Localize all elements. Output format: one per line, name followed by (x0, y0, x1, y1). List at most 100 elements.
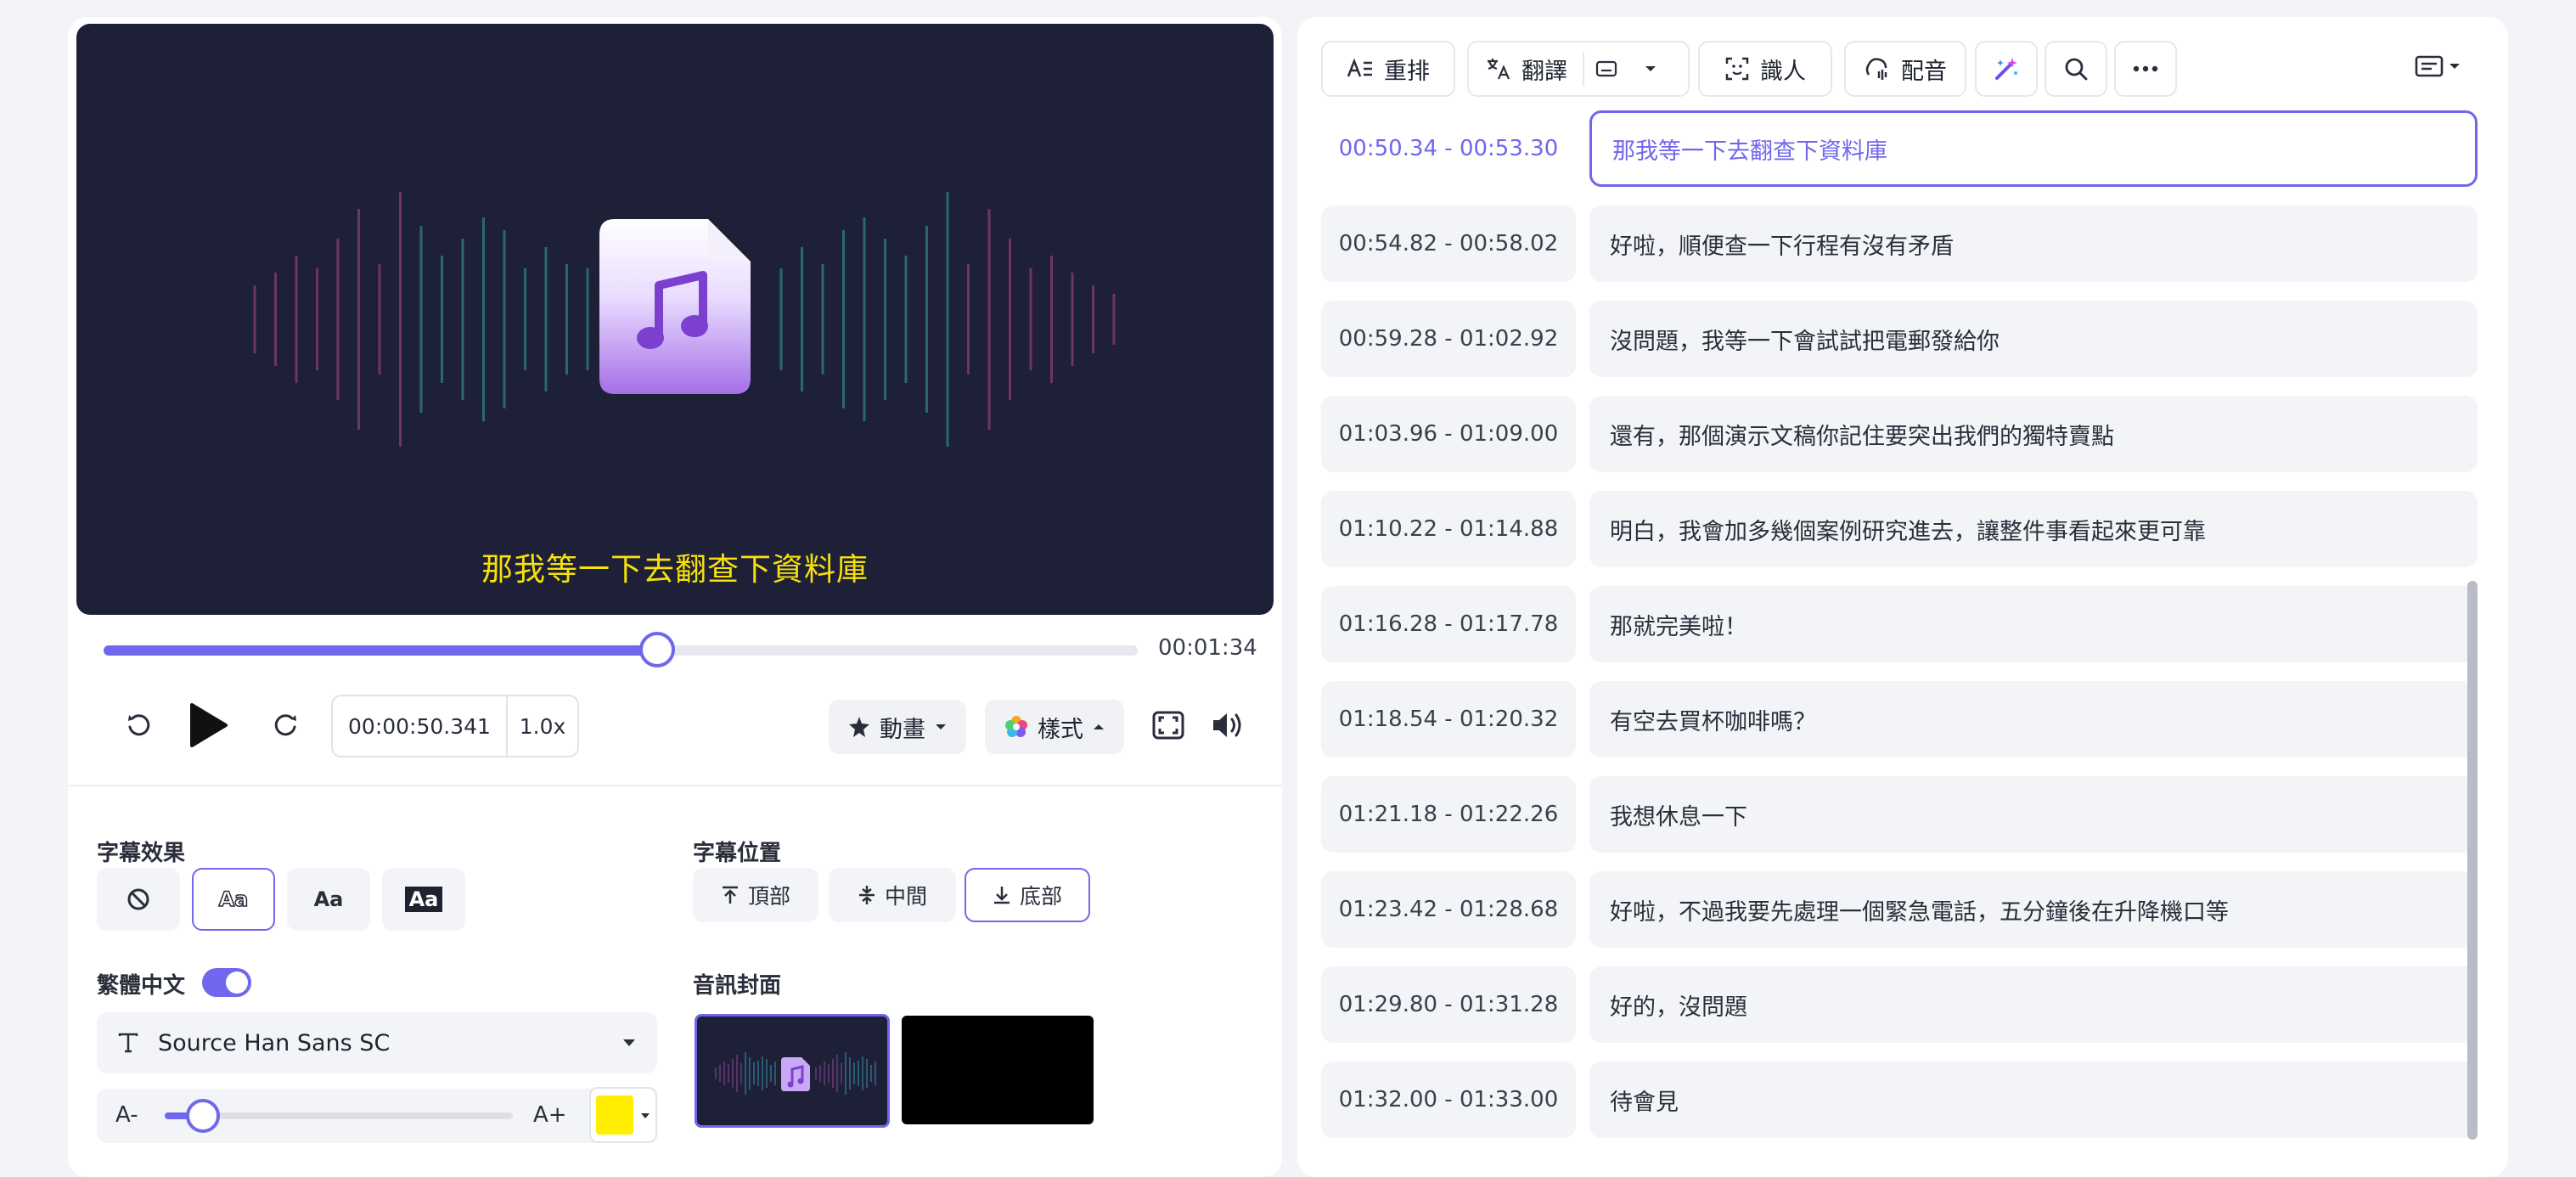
effect-outline-button[interactable]: Aa (192, 868, 275, 931)
segment-text[interactable]: 我想休息一下 (1589, 776, 2478, 853)
effect-none-button[interactable] (97, 868, 180, 931)
style-button[interactable]: 樣式 (985, 700, 1124, 754)
animation-label: 動畫 (880, 716, 925, 743)
segment-timestamp[interactable]: 01:16.28 - 01:17.78 (1321, 586, 1576, 662)
cover-heading: 音訊封面 (693, 973, 782, 999)
rewind-icon[interactable] (124, 710, 155, 741)
speed-selector[interactable]: 1.0x (508, 696, 577, 756)
more-dots-icon (2133, 65, 2158, 72)
segment-text[interactable]: 待會見 (1589, 1062, 2478, 1138)
no-effect-icon (127, 888, 149, 910)
segment-text[interactable]: 明白，我會加多幾個案例研究進去，讓整件事看起來更可靠 (1589, 491, 2478, 567)
segment-timestamp[interactable]: 01:03.96 - 01:09.00 (1321, 396, 1576, 472)
segment-timestamp[interactable]: 00:59.28 - 01:02.92 (1321, 301, 1576, 377)
segment-text[interactable]: 有空去買杯咖啡嗎？ (1589, 681, 2478, 757)
cover-option-waveform[interactable] (695, 1014, 890, 1128)
transcript-row[interactable]: 01:29.80 - 01:31.28 好的，沒問題 (1321, 966, 2478, 1043)
segment-text[interactable]: 好啦，不過我要先處理一個緊急電話，五分鐘後在升降機口等 (1589, 871, 2478, 948)
translate-divider (1583, 52, 1584, 86)
size-increase-button[interactable]: A+ (533, 1102, 567, 1128)
fullscreen-icon[interactable] (1151, 710, 1185, 741)
chevron-down-icon (641, 1113, 650, 1118)
progress-fill (104, 645, 657, 656)
transcript-row[interactable]: 00:54.82 - 00:58.02 好啦，順便查一下行程有沒有矛盾 (1321, 206, 2478, 282)
chevron-up-icon (1094, 724, 1104, 729)
segment-timestamp[interactable]: 01:10.22 - 01:14.88 (1321, 491, 1576, 567)
effect-plain-button[interactable]: Aa (287, 868, 370, 931)
segment-text[interactable]: 沒問題，我等一下會試試把電郵發給你 (1589, 301, 2478, 377)
position-heading: 字幕位置 (693, 841, 782, 866)
rearrange-label: 重排 (1384, 58, 1430, 85)
font-selector[interactable]: Source Han Sans SC (97, 1012, 657, 1073)
video-preview[interactable]: 那我等一下去翻查下資料庫 (76, 24, 1274, 615)
dub-label: 配音 (1901, 58, 1947, 85)
playback-progress-bar[interactable] (104, 632, 1138, 667)
segment-timestamp[interactable]: 01:18.54 - 01:20.32 (1321, 681, 1576, 757)
subtitle-list-icon (2415, 55, 2444, 77)
segment-timestamp[interactable]: 01:32.00 - 01:33.00 (1321, 1062, 1576, 1138)
transcript-row[interactable]: 01:23.42 - 01:28.68 好啦，不過我要先處理一個緊急電話，五分鐘後… (1321, 871, 2478, 948)
size-slider-knob[interactable] (186, 1099, 221, 1133)
transcript-row[interactable]: 01:16.28 - 01:17.78 那就完美啦！ (1321, 586, 2478, 662)
cover-option-black[interactable] (902, 1016, 1094, 1124)
segment-text[interactable]: 那就完美啦！ (1589, 586, 2478, 662)
transcript-row[interactable]: 01:32.00 - 01:33.00 待會見 (1321, 1062, 2478, 1138)
segment-timestamp[interactable]: 01:23.42 - 01:28.68 (1321, 871, 1576, 948)
position-bottom-button[interactable]: 底部 (965, 868, 1090, 922)
animation-button[interactable]: 動畫 (829, 700, 966, 754)
current-time-box[interactable]: 00:00:50.341 1.0x (331, 695, 579, 757)
dub-voice-icon (1865, 58, 1887, 80)
forward-icon[interactable] (270, 710, 301, 741)
transcript-row[interactable]: 01:10.22 - 01:14.88 明白，我會加多幾個案例研究進去，讓整件事看… (1321, 491, 2478, 567)
rearrange-button[interactable]: 重排 (1321, 41, 1455, 97)
transcript-row[interactable]: 01:21.18 - 01:22.26 我想休息一下 (1321, 776, 2478, 853)
position-middle-button[interactable]: 中間 (829, 868, 956, 922)
transcript-row[interactable]: 00:59.28 - 01:02.92 沒問題，我等一下會試試把電郵發給你 (1321, 301, 2478, 377)
waveform-right (773, 24, 1129, 615)
transcript-row[interactable]: 01:18.54 - 01:20.32 有空去買杯咖啡嗎？ (1321, 681, 2478, 757)
chevron-down-icon[interactable] (1644, 65, 1657, 73)
dub-button[interactable]: 配音 (1844, 41, 1966, 97)
scrollbar-thumb[interactable] (2467, 581, 2478, 1140)
effect-box-button[interactable]: Aa (382, 868, 465, 931)
search-button[interactable] (2044, 41, 2107, 97)
ai-magic-button[interactable] (1975, 41, 2038, 97)
play-icon[interactable] (187, 701, 229, 749)
effects-heading: 字幕效果 (97, 841, 186, 866)
subtitle-color-picker[interactable] (589, 1087, 657, 1143)
segment-timestamp[interactable]: 01:29.80 - 01:31.28 (1321, 966, 1576, 1043)
position-middle-label: 中間 (884, 884, 927, 909)
animation-star-icon (849, 717, 869, 737)
effect-outline-sample: Aa (218, 887, 249, 912)
language-label: 繁體中文 (97, 973, 186, 999)
view-mode-button[interactable] (2415, 54, 2461, 78)
chevron-down-icon (2449, 64, 2460, 69)
transcript-row[interactable]: 01:03.96 - 01:09.00 還有，那個演示文稿你記住要突出我們的獨特賣… (1321, 396, 2478, 472)
language-toggle[interactable] (202, 968, 251, 997)
style-palette-icon (1005, 716, 1027, 737)
cover-waveform-thumbnail (715, 1052, 876, 1095)
total-duration: 00:01:34 (1158, 635, 1257, 661)
transcript-row[interactable]: 00:50.34 - 00:53.30 那我等一下去翻查下資料庫 (1321, 110, 2478, 187)
more-options-button[interactable] (2114, 41, 2177, 97)
segment-text[interactable]: 好啦，順便查一下行程有沒有矛盾 (1589, 206, 2478, 282)
toggle-knob (226, 971, 248, 994)
segment-text[interactable]: 好的，沒問題 (1589, 966, 2478, 1043)
current-time-input[interactable]: 00:00:50.341 (333, 696, 508, 756)
segment-timestamp[interactable]: 01:21.18 - 01:22.26 (1321, 776, 1576, 853)
font-size-control[interactable]: A- A+ (97, 1089, 601, 1143)
identify-label: 識人 (1760, 58, 1806, 85)
translate-button[interactable]: 翻譯 (1467, 41, 1690, 97)
subtitle-overlay: 那我等一下去翻查下資料庫 (481, 551, 869, 588)
segment-timestamp[interactable]: 00:50.34 - 00:53.30 (1321, 110, 1576, 187)
segment-timestamp[interactable]: 00:54.82 - 00:58.02 (1321, 206, 1576, 282)
size-decrease-button[interactable]: A- (115, 1102, 138, 1128)
volume-icon[interactable] (1211, 710, 1245, 741)
position-top-button[interactable]: 頂部 (693, 868, 818, 922)
segment-text[interactable]: 還有，那個演示文稿你記住要突出我們的獨特賣點 (1589, 396, 2478, 472)
align-middle-icon (858, 886, 875, 904)
subtitle-box-icon[interactable] (1595, 59, 1618, 79)
identify-speaker-button[interactable]: 識人 (1698, 41, 1832, 97)
segment-text[interactable]: 那我等一下去翻查下資料庫 (1589, 110, 2478, 187)
progress-knob[interactable] (638, 632, 675, 667)
